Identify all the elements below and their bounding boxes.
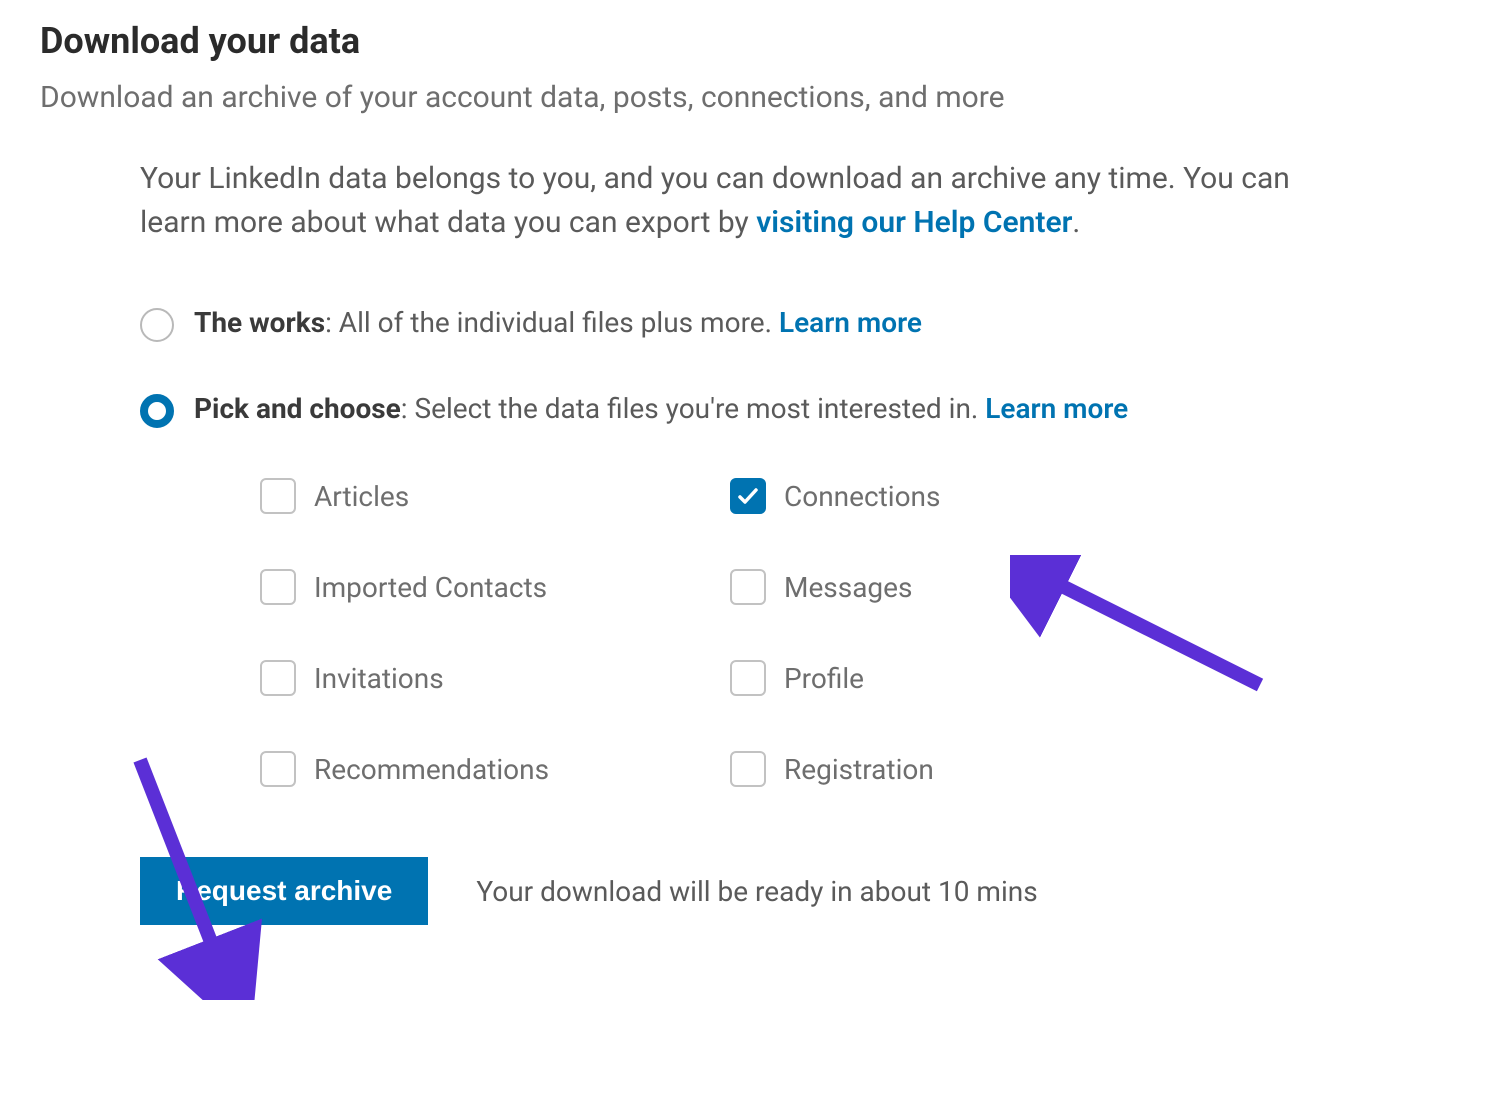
page-subtitle: Download an archive of your account data… — [40, 80, 1460, 115]
checkbox-label: Recommendations — [314, 753, 549, 786]
action-row: Request archive Your download will be re… — [140, 857, 1460, 925]
checkbox-item-profile[interactable]: Profile — [730, 660, 1200, 696]
info-text-after: . — [1072, 205, 1080, 240]
info-paragraph: Your LinkedIn data belongs to you, and y… — [140, 157, 1340, 244]
radio-option-pick-and-choose[interactable]: Pick and choose: Select the data files y… — [140, 392, 1460, 428]
checkbox-grid: Articles Connections Imported Contacts Mess… — [260, 478, 1460, 787]
checkbox-icon[interactable] — [260, 569, 296, 605]
checkbox-label: Articles — [314, 480, 409, 513]
checkbox-item-recommendations[interactable]: Recommendations — [260, 751, 730, 787]
checkbox-icon[interactable] — [730, 569, 766, 605]
radio-icon[interactable] — [140, 394, 174, 428]
radio-icon[interactable] — [140, 308, 174, 342]
checkbox-item-connections[interactable]: Connections — [730, 478, 1200, 514]
radio-label-bold: Pick and choose — [194, 392, 401, 425]
checkbox-icon[interactable] — [260, 478, 296, 514]
learn-more-link[interactable]: Learn more — [779, 306, 922, 339]
info-text-before: Your LinkedIn data belongs to you, and y… — [140, 161, 1290, 240]
checkbox-label: Invitations — [314, 662, 444, 695]
checkbox-label: Messages — [784, 571, 912, 604]
checkbox-item-imported-contacts[interactable]: Imported Contacts — [260, 569, 730, 605]
checkbox-icon[interactable] — [260, 660, 296, 696]
request-archive-button[interactable]: Request archive — [140, 857, 428, 925]
status-text: Your download will be ready in about 10 … — [476, 875, 1037, 908]
checkbox-label: Registration — [784, 753, 934, 786]
checkbox-item-invitations[interactable]: Invitations — [260, 660, 730, 696]
checkbox-label: Profile — [784, 662, 864, 695]
checkbox-icon[interactable] — [260, 751, 296, 787]
checkbox-icon[interactable] — [730, 478, 766, 514]
radio-label-bold: The works — [194, 306, 325, 339]
checkbox-item-articles[interactable]: Articles — [260, 478, 730, 514]
radio-option-the-works[interactable]: The works: All of the individual files p… — [140, 306, 1460, 342]
checkbox-icon[interactable] — [730, 751, 766, 787]
checkbox-item-registration[interactable]: Registration — [730, 751, 1200, 787]
help-center-link[interactable]: visiting our Help Center — [756, 205, 1072, 240]
radio-label: Pick and choose: Select the data files y… — [194, 392, 1128, 425]
radio-label-desc: : All of the individual files plus more. — [325, 306, 779, 339]
radio-label: The works: All of the individual files p… — [194, 306, 922, 339]
checkbox-label: Connections — [784, 480, 940, 513]
radio-label-desc: : Select the data files you're most inte… — [401, 392, 986, 425]
checkbox-icon[interactable] — [730, 660, 766, 696]
learn-more-link[interactable]: Learn more — [985, 392, 1128, 425]
checkbox-label: Imported Contacts — [314, 571, 547, 604]
checkbox-item-messages[interactable]: Messages — [730, 569, 1200, 605]
page-title: Download your data — [40, 20, 1460, 62]
